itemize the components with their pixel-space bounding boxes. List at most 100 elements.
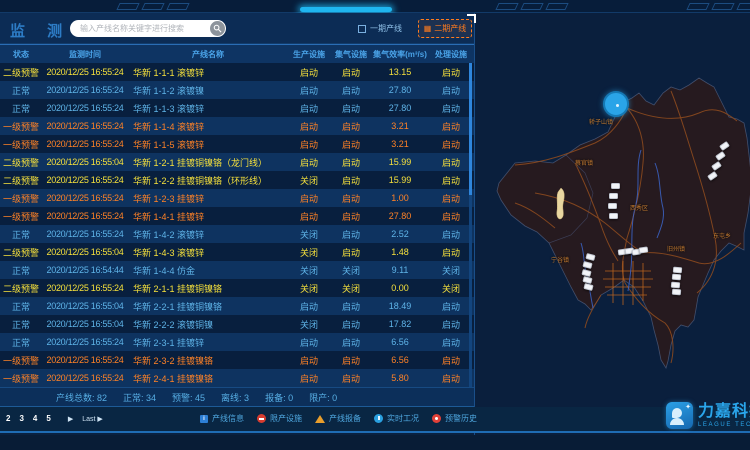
rt-icon [374, 414, 383, 423]
cell-prod: 启动 [288, 354, 330, 367]
legend-item-info[interactable]: i产线信息 [200, 413, 244, 424]
factory-marker[interactable] [673, 267, 682, 274]
cell-time: 2020/12/25 16:55:24 [42, 67, 128, 77]
cell-gas: 启动 [330, 66, 372, 79]
cell-status: 正常 [0, 300, 42, 313]
cell-prod: 启动 [288, 138, 330, 151]
cell-time: 2020/12/25 16:55:24 [42, 103, 128, 113]
cell-eff: 3.21 [372, 121, 428, 131]
cell-gas: 启动 [330, 318, 372, 331]
legend-item-tri[interactable]: 产线报备 [315, 413, 361, 424]
table-row[interactable]: 一级预警2020/12/25 16:55:24华新 2-3-2 挂镀镍铬启动启动… [0, 351, 474, 369]
limit-icon [257, 414, 266, 423]
cell-name: 华新 2-3-1 挂镀锌 [128, 336, 288, 349]
summary-item: 限产: 0 [309, 391, 337, 404]
cell-treat: 启动 [428, 138, 474, 151]
cell-treat: 启动 [428, 210, 474, 223]
phase1-checkbox[interactable]: 一期产线 [358, 23, 402, 34]
column-header-time: 监测时间 [42, 49, 128, 60]
legend-item-rt[interactable]: 实时工况 [374, 413, 419, 424]
cell-treat: 启动 [428, 354, 474, 367]
scrollbar-thumb[interactable] [469, 63, 472, 195]
page-button[interactable]: 5 [46, 414, 50, 423]
table-row[interactable]: 正常2020/12/25 16:55:24华新 1-1-3 滚镀锌启动启动27.… [0, 99, 474, 117]
search-box [70, 20, 226, 37]
cell-status: 一级预警 [0, 138, 42, 151]
cell-eff: 3.21 [372, 139, 428, 149]
cell-status: 一级预警 [0, 354, 42, 367]
cell-name: 华新 1-4-1 挂镀锌 [128, 210, 288, 223]
cell-status: 一级预警 [0, 192, 42, 205]
table-row[interactable]: 二级预警2020/12/25 16:55:04华新 1-4-3 滚镀锌关闭启动1… [0, 243, 474, 261]
cell-eff: 1.00 [372, 193, 428, 203]
cell-name: 华新 1-4-4 仿金 [128, 264, 288, 277]
cell-time: 2020/12/25 16:54:44 [42, 265, 128, 275]
page-button[interactable]: 3 [19, 414, 23, 423]
table-row[interactable]: 一级预警2020/12/25 16:55:24华新 2-4-1 挂镀镍铬启动启动… [0, 369, 474, 387]
page-button[interactable]: 2 [6, 414, 10, 423]
map-legend: i产线信息 限产设施 产线报备 实时工况 预警历史 [200, 413, 477, 424]
factory-marker[interactable] [608, 203, 617, 209]
table-row[interactable]: 二级预警2020/12/25 16:55:24华新 1-1-1 滚镀锌启动启动1… [0, 63, 474, 81]
cell-prod: 启动 [288, 120, 330, 133]
cell-gas: 启动 [330, 192, 372, 205]
deco-tabs-left [118, 3, 188, 10]
legend-label: 限产设施 [270, 413, 302, 424]
table-row[interactable]: 一级预警2020/12/25 16:55:24华新 1-2-3 挂镀锌启动启动1… [0, 189, 474, 207]
cell-prod: 关闭 [288, 246, 330, 259]
legend-item-limit[interactable]: 限产设施 [257, 413, 302, 424]
cell-gas: 启动 [330, 174, 372, 187]
cell-prod: 关闭 [288, 318, 330, 331]
alert-bubble-marker[interactable] [603, 91, 629, 117]
cell-treat: 关闭 [428, 282, 474, 295]
tri-icon [315, 415, 325, 423]
cell-time: 2020/12/25 16:55:24 [42, 193, 128, 203]
cell-time: 2020/12/25 16:55:24 [42, 211, 128, 221]
table-row[interactable]: 一级预警2020/12/25 16:55:24华新 1-1-5 滚镀锌启动启动3… [0, 135, 474, 153]
table-row[interactable]: 正常2020/12/25 16:55:04华新 2-2-2 滚镀铜镍关闭启动17… [0, 315, 474, 333]
factory-marker[interactable] [639, 246, 649, 253]
cell-name: 华新 1-2-3 挂镀锌 [128, 192, 288, 205]
table-row[interactable]: 二级预警2020/12/25 16:55:24华新 1-2-2 挂镀铜镍铬（环形… [0, 171, 474, 189]
factory-marker[interactable] [609, 193, 618, 199]
cell-name: 华新 2-2-1 挂镀铜镍铬 [128, 300, 288, 313]
factory-marker[interactable] [611, 183, 620, 189]
cell-name: 华新 1-2-2 挂镀铜镍铬（环形线） [128, 174, 288, 187]
factory-marker[interactable] [671, 282, 680, 289]
next-page-button[interactable]: ▶ [68, 415, 73, 423]
table-row[interactable]: 二级预警2020/12/25 16:55:24华新 2-1-1 挂镀铜镍铬关闭关… [0, 279, 474, 297]
cell-eff: 5.80 [372, 373, 428, 383]
deco-tabs-right [688, 3, 750, 10]
table-body: 二级预警2020/12/25 16:55:24华新 1-1-1 滚镀锌启动启动1… [0, 63, 474, 387]
summary-item: 预警: 45 [172, 391, 205, 404]
legend-item-hist[interactable]: 预警历史 [432, 413, 477, 424]
table-row[interactable]: 正常2020/12/25 16:54:44华新 1-4-4 仿金关闭关闭9.11… [0, 261, 474, 279]
search-input[interactable] [70, 24, 210, 33]
last-page-button[interactable]: Last ▶ [82, 415, 103, 423]
factory-marker[interactable] [609, 213, 618, 219]
cell-status: 二级预警 [0, 246, 42, 259]
cell-eff: 15.99 [372, 157, 428, 167]
search-button[interactable] [210, 21, 225, 36]
column-header-status: 状态 [0, 49, 42, 60]
table-row[interactable]: 一级预警2020/12/25 16:55:24华新 1-4-1 挂镀锌启动启动2… [0, 207, 474, 225]
monitoring-dashboard: 轿子山镇蔡官镇西秀区宁谷镇旧州镇东屯乡 监 测 一期产线 ▦ 二期产线 [0, 0, 750, 450]
table-row[interactable]: 正常2020/12/25 16:55:04华新 2-2-1 挂镀铜镍铬启动启动1… [0, 297, 474, 315]
cell-status: 正常 [0, 228, 42, 241]
factory-marker[interactable] [672, 274, 681, 281]
table-scrollbar[interactable] [469, 63, 472, 387]
map-panel[interactable]: 轿子山镇蔡官镇西秀区宁谷镇旧州镇东屯乡 [474, 13, 750, 435]
table-row[interactable]: 正常2020/12/25 16:55:24华新 1-4-2 滚镀锌关闭启动2.5… [0, 225, 474, 243]
cell-name: 华新 1-1-2 滚镀镍 [128, 84, 288, 97]
phase2-button[interactable]: ▦ 二期产线 [418, 19, 472, 38]
table-header: 状态 监测时间 产线名称 生产设施 集气设施 集气效率(m³/s) 处理设施 [0, 44, 474, 63]
cell-eff: 15.99 [372, 175, 428, 185]
table-row[interactable]: 正常2020/12/25 16:55:24华新 1-1-2 滚镀镍启动启动27.… [0, 81, 474, 99]
cell-status: 正常 [0, 318, 42, 331]
cell-status: 正常 [0, 264, 42, 277]
table-row[interactable]: 二级预警2020/12/25 16:55:04华新 1-2-1 挂镀铜镍铬（龙门… [0, 153, 474, 171]
page-button[interactable]: 4 [33, 414, 37, 423]
factory-marker[interactable] [672, 289, 681, 296]
table-row[interactable]: 一级预警2020/12/25 16:55:24华新 1-1-4 滚镀锌启动启动3… [0, 117, 474, 135]
table-row[interactable]: 正常2020/12/25 16:55:24华新 2-3-1 挂镀锌启动启动6.5… [0, 333, 474, 351]
